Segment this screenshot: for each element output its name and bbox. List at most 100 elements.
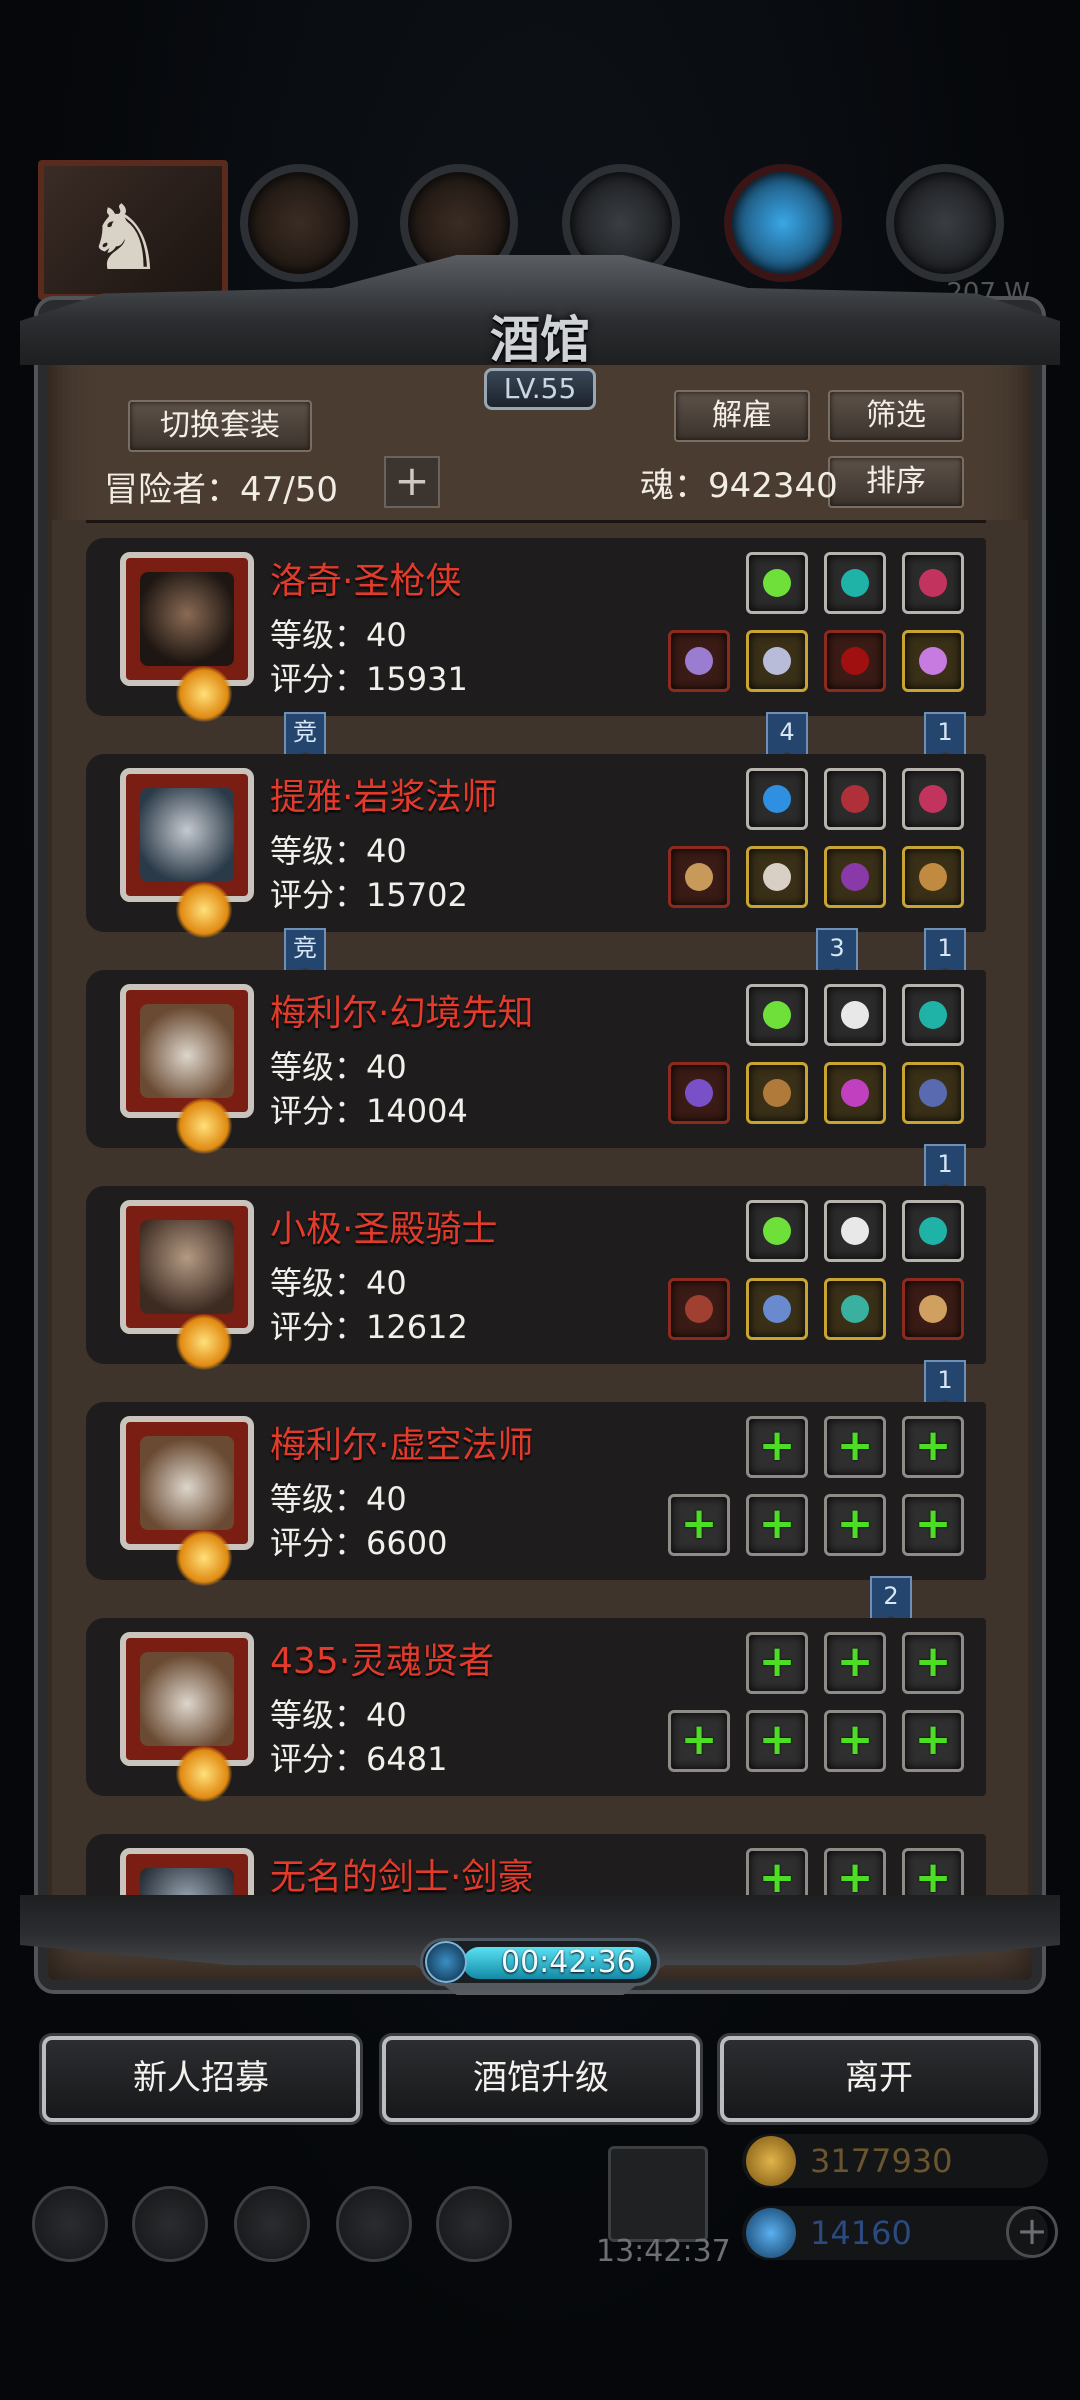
resource-crystal-icon[interactable] [724, 164, 842, 282]
equip-slot-green-gem[interactable] [746, 552, 808, 614]
plus-icon: + [836, 1714, 874, 1765]
filter-button[interactable]: 筛选 [828, 390, 964, 442]
hero-score: 评分：6600 [270, 1524, 448, 1562]
equip-slot-amulet[interactable] [902, 1062, 964, 1124]
plus-icon: + [914, 1714, 952, 1765]
equip-slot-ring[interactable] [902, 630, 964, 692]
equip-slot-hat[interactable] [824, 1062, 886, 1124]
tavern-level-badge: LV.55 [484, 368, 596, 410]
equip-slot-tome[interactable] [824, 846, 886, 908]
equip-slot-green-gem[interactable] [746, 984, 808, 1046]
plus-icon: + [914, 1636, 952, 1687]
hero-name: 梅利尔·幻境先知 [270, 993, 534, 1034]
clock-icon [425, 1941, 467, 1983]
add-weapon-button[interactable]: + [668, 1710, 730, 1772]
equip-slot-robe[interactable] [746, 846, 808, 908]
plus-icon: + [758, 1498, 796, 1549]
hero-card[interactable]: 梅利尔·幻境先知 等级：40 评分：14004 [86, 970, 986, 1154]
hero-score: 评分：15702 [270, 876, 468, 914]
equip-slot-teal-stone[interactable] [902, 984, 964, 1046]
plus-icon: + [758, 1420, 796, 1471]
hero-list[interactable]: 洛奇·圣枪侠 等级：40 评分：15931 竞 4 1 提雅·岩浆法师 等级：4… [86, 538, 986, 1910]
plus-icon: + [680, 1714, 718, 1765]
add-equip-button[interactable]: + [902, 1632, 964, 1694]
equip-slot-pink-charm[interactable] [902, 552, 964, 614]
equip-slot-green-gem[interactable] [746, 1200, 808, 1262]
hero-icon[interactable] [132, 2186, 208, 2262]
add-equip-button[interactable]: + [824, 1632, 886, 1694]
player-portrait[interactable]: ♞ [38, 160, 228, 300]
hero-level: 等级：40 [270, 1264, 407, 1302]
equip-slot-lance[interactable] [668, 630, 730, 692]
add-equip-button[interactable]: + [902, 1710, 964, 1772]
leave-button[interactable]: 离开 [720, 2036, 1038, 2122]
equip-slot-armor[interactable] [746, 630, 808, 692]
gem-counter: 14160 [742, 2206, 1048, 2260]
hero-level: 等级：40 [270, 616, 407, 654]
equip-slot-wing[interactable] [824, 984, 886, 1046]
switch-outfit-button[interactable]: 切换套装 [128, 400, 312, 452]
equip-slot-teal-stone[interactable] [902, 1200, 964, 1262]
guild-icon[interactable] [234, 2186, 310, 2262]
add-equip-button[interactable]: + [746, 1416, 808, 1478]
equip-slot-medal[interactable] [902, 1278, 964, 1340]
equip-slot-teal-stone[interactable] [824, 552, 886, 614]
equip-slot-emerald[interactable] [824, 1278, 886, 1340]
rank-star-icon [176, 1098, 232, 1154]
equip-slot-bracelet[interactable] [902, 846, 964, 908]
gold-coin-icon [746, 2136, 796, 2186]
add-armor-button[interactable]: + [746, 1710, 808, 1772]
resource-ore-icon[interactable] [886, 164, 1004, 282]
horse-icon: ♞ [84, 186, 165, 291]
gift-box-icon[interactable] [608, 2146, 708, 2242]
hero-level: 等级：40 [270, 1048, 407, 1086]
upgrade-tavern-button[interactable]: 酒馆升级 [382, 2036, 700, 2122]
add-equip-button[interactable]: + [824, 1416, 886, 1478]
add-equip-button[interactable]: + [902, 1494, 964, 1556]
hero-card[interactable]: 提雅·岩浆法师 等级：40 评分：15702 [86, 754, 986, 938]
add-equip-button[interactable]: + [746, 1632, 808, 1694]
hero-card[interactable]: 435·灵魂贤者 等级：40 评分：6481 + + + + + + + [86, 1618, 986, 1802]
equip-slot-blue-orb[interactable] [746, 768, 808, 830]
hero-name: 小极·圣殿骑士 [270, 1209, 498, 1250]
resource-wood-icon[interactable] [240, 164, 358, 282]
equip-slot-wing[interactable] [824, 1200, 886, 1262]
map-icon[interactable] [436, 2186, 512, 2262]
add-equip-button[interactable]: + [824, 1494, 886, 1556]
equip-slot-pink-charm[interactable] [902, 768, 964, 830]
page-title: 酒馆 [490, 310, 590, 369]
plus-icon: + [836, 1498, 874, 1549]
equip-slot-staff[interactable] [668, 846, 730, 908]
settings-icon[interactable] [32, 2186, 108, 2262]
hero-card[interactable]: 小极·圣殿骑士 等级：40 评分：12612 [86, 1186, 986, 1370]
recruit-button[interactable]: 新人招募 [42, 2036, 360, 2122]
hero-card[interactable]: 洛奇·圣枪侠 等级：40 评分：15931 [86, 538, 986, 722]
mail-icon[interactable] [336, 2186, 412, 2262]
plus-icon: + [680, 1498, 718, 1549]
hero-score: 评分：6481 [270, 1740, 448, 1778]
plus-icon: + [758, 1714, 796, 1765]
gem-value: 14160 [810, 2214, 912, 2252]
hero-card[interactable]: 梅利尔·虚空法师 等级：40 评分：6600 + + + + + + + [86, 1402, 986, 1586]
plus-icon: + [836, 1636, 874, 1687]
dismiss-button[interactable]: 解雇 [674, 390, 810, 442]
rank-star-icon [176, 1746, 232, 1802]
add-equip-button[interactable]: + [902, 1416, 964, 1478]
hero-name: 435·灵魂贤者 [270, 1641, 495, 1682]
add-equip-button[interactable]: + [824, 1710, 886, 1772]
equip-slot-feather[interactable] [824, 768, 886, 830]
sort-button[interactable]: 排序 [828, 456, 964, 508]
gold-value: 3177930 [810, 2142, 953, 2180]
add-currency-button[interactable]: + [1006, 2206, 1058, 2258]
equip-slot-axe[interactable] [668, 1278, 730, 1340]
equip-slot-wand[interactable] [668, 1062, 730, 1124]
plus-icon: + [836, 1420, 874, 1471]
add-weapon-button[interactable]: + [668, 1494, 730, 1556]
equip-slot-cloak[interactable] [746, 1062, 808, 1124]
equip-slot-eye[interactable] [824, 630, 886, 692]
expand-slots-button[interactable]: + [384, 456, 440, 508]
hero-avatar [120, 1416, 254, 1550]
refresh-timer: 00:42:36 [420, 1938, 660, 1986]
equip-slot-plate[interactable] [746, 1278, 808, 1340]
add-armor-button[interactable]: + [746, 1494, 808, 1556]
